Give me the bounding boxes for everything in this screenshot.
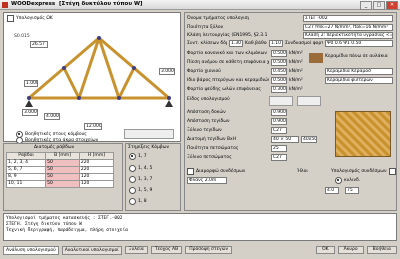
design-row-label: Ποιότητα πετσώματος <box>187 146 239 151</box>
calc-fasteners[interactable]: Υπολογισμός συνδέσμων <box>331 168 396 175</box>
service-select[interactable]: Κλάση 2: περιεκτικότητα υγρασίας <=20% <box>303 32 393 39</box>
section-icon-a <box>269 96 293 106</box>
supports-header: Στηρίξεις Κόμβων <box>128 145 170 150</box>
load-row-input[interactable]: 0.450 <box>271 68 287 75</box>
nail-l-input[interactable]: 75 <box>345 187 359 194</box>
roof-select-c[interactable]: Κεραμίδια φιλτερών <box>325 77 393 84</box>
truss-drawing-panel: Υπολογισμός ΩΚ S0.015 26.57 1.000 3.000 … <box>3 12 181 144</box>
members-table: Ράβδοι B [mm] H [mm] 1, 2, 3, 4 50 220 5… <box>5 152 115 188</box>
design-row-input[interactable]: 25 <box>271 145 287 152</box>
support-option-5[interactable]: 1, 8 <box>129 198 147 205</box>
roof-option-a[interactable]: Κεραμίδια πάνω σε αυλάκια <box>325 53 395 60</box>
load-row-unit: kN/m² <box>289 51 303 56</box>
nails-radio[interactable]: κυλινδ. <box>335 177 360 184</box>
design-row-label: Απόσταση δοκών <box>187 110 226 115</box>
support-option-2[interactable]: 1, 4, 5 <box>129 165 152 172</box>
load-row-unit: kN/m² <box>289 60 303 65</box>
load-row-label: Φορτίο κανονικό και των κλιμάκων <box>187 51 267 56</box>
table-row[interactable]: 1, 2, 3, 4 50 220 <box>5 159 115 167</box>
calc-load-check[interactable] <box>7 15 14 22</box>
truss-diagram <box>25 36 173 107</box>
nails-label: Ήλοι <box>297 169 308 174</box>
section-header: Είδος υπολογισμού <box>187 97 230 102</box>
close-button[interactable]: ✕ <box>386 1 398 10</box>
fastener-select[interactable]: Φλάνς 2.0m <box>187 177 227 184</box>
load-row-unit: kN/m² <box>289 78 303 83</box>
load-row-label: Πίεση ανέμου σε κάθετη επιφάνεια χιών <box>187 60 269 65</box>
timber-deck-icon <box>335 111 391 157</box>
tab-analysis[interactable]: Ανάλυση υπολογισμού <box>3 245 59 255</box>
members-panel: Διατομές ράβδων Ράβδοι B [mm] H [mm] 1, … <box>3 143 123 211</box>
col-h: H [mm] <box>78 152 115 160</box>
roof-tile-icon <box>309 53 323 63</box>
section-icon-b <box>297 96 321 106</box>
footer-button-report[interactable]: Τεύχος ΑΒ <box>150 246 183 254</box>
report-area[interactable]: Υπολογισμοί τμήματος κατασκευής : ΣΤΕΓ.-… <box>3 213 397 241</box>
material-label: Όνομα τμήματος υπολογισμών <box>187 16 249 21</box>
support-option-4[interactable]: 1, 5, 9 <box>129 187 152 194</box>
pitch-input[interactable]: 1.30 <box>229 40 243 47</box>
joint-detail-icon <box>124 129 174 139</box>
design-row-extra[interactable]: 40x50 <box>301 136 317 143</box>
load-row-label: Φορτίο χιονιού <box>187 69 221 74</box>
load-row-input[interactable]: 0.500 <box>271 77 287 84</box>
design-row-input[interactable]: 0.900 <box>271 118 287 125</box>
report-line: Τεχνική Περιγραφή, παράδειγμα, πλήρη στο… <box>6 228 128 233</box>
design-row-input[interactable]: 0.900 <box>271 109 287 116</box>
class-label: Ποιότητα ξύλου <box>187 25 224 30</box>
tab-detailed[interactable]: Αναλυτικοί υπολογισμοί <box>61 245 122 255</box>
footer-button-timber[interactable]: Ξυλεία <box>124 246 148 254</box>
load-row-label: Ιδιο βάρος πτερύγων και κεραμιδιών <box>187 78 269 83</box>
pitch-b-input[interactable]: 1.10 <box>269 40 283 47</box>
pitch-b-label: Καθ.βάθος <box>245 41 267 46</box>
roof-select-b[interactable]: Κεραμίδια Κεραμοσ <box>325 68 393 75</box>
parameters-panel: Όνομα τμήματος υπολογισμών ΣΤΕΓ -002 Ποι… <box>184 12 397 211</box>
help-button[interactable]: Βοήθεια <box>366 246 397 254</box>
load-row-label: Φορτίο ψεύδης ωλών επιφάνειας <box>187 87 262 92</box>
class-select[interactable]: C27 fmk=27 N/mm², ftok=16 N/mm² <box>303 24 393 31</box>
footer-button-facade[interactable]: Πρόσοψη στεγών <box>185 246 232 254</box>
col-members: Ράβδοι <box>5 152 47 160</box>
title-bar: WOODexpress [Στέγη δυκτύλου τύπου W] _ □… <box>0 0 400 10</box>
load-row-input[interactable]: 0.500 <box>271 59 287 66</box>
window-title: WOODexpress [Στέγη δυκτύλου τύπου W] <box>11 1 143 7</box>
design-row-label: Ξύλινο πετσώματος <box>187 155 232 160</box>
design-row-input[interactable]: 40 × 50 <box>271 136 299 143</box>
design-row-label: Ξύλινο τεγίδων <box>187 128 222 133</box>
material-input[interactable]: ΣΤΕΓ -002 <box>303 15 393 22</box>
fastener-checkbox[interactable]: Διαμορφώ συνδέσμων <box>187 168 245 175</box>
supports-panel: Στηρίξεις Κόμβων 1, 7 1, 4, 5 1, 3, 7 1,… <box>125 143 181 211</box>
pitch-label: Συντ. κλίσεων δόμης 1.30 <box>187 41 227 46</box>
app-icon <box>2 2 8 8</box>
design-row-label: Απόσταση τεγίδων <box>187 119 230 124</box>
design-row-input[interactable]: C27 <box>271 154 287 161</box>
table-row[interactable]: 8, 9 50 120 <box>5 173 115 181</box>
members-header: Διατομές ράβδων <box>34 145 75 150</box>
dim-bottom-b-input[interactable]: 4.000 <box>44 113 60 120</box>
load-row-input[interactable]: 0.300 <box>271 86 287 93</box>
design-row-input[interactable]: C27 <box>271 127 287 134</box>
maximize-button[interactable]: □ <box>373 1 385 10</box>
cancel-button[interactable]: Άκυρο <box>337 246 364 254</box>
dim-bottom-a-input[interactable]: 3.000 <box>22 109 38 116</box>
load-row-unit: kN/m² <box>289 69 303 74</box>
dim-span-input[interactable]: 12.000 <box>84 123 102 130</box>
combination-label: Συνδυασμοί φορτίων <box>285 41 323 46</box>
ok-button[interactable]: OK <box>316 246 335 254</box>
col-b: B [mm] <box>45 152 80 160</box>
table-row[interactable]: 5, 6, 7 50 220 <box>5 166 115 174</box>
load-row-unit: kN/m² <box>289 87 303 92</box>
minimize-button[interactable]: _ <box>360 1 372 10</box>
support-option-1[interactable]: 1, 7 <box>129 153 147 160</box>
bottom-bar: Ανάλυση υπολογισμού Αναλυτικοί υπολογισμ… <box>3 243 397 257</box>
calc-load-checkbox[interactable]: Υπολογισμός ΩΚ <box>7 15 53 22</box>
nail-d-input[interactable]: 4.0 <box>325 187 339 194</box>
support-option-3[interactable]: 1, 3, 7 <box>129 176 152 183</box>
load-row-input[interactable]: 0.500 <box>271 50 287 57</box>
service-label: Κλάση λειτουργίας (EN1995, §2.3.1.3) <box>187 33 267 38</box>
design-row-label: Διατομή τεγίδων BxH <box>187 137 237 142</box>
combination-select[interactable]: Ψ0 0.6 Ψ1 0.50 <box>325 40 393 47</box>
table-row[interactable]: 10, 11 50 120 <box>5 180 115 188</box>
